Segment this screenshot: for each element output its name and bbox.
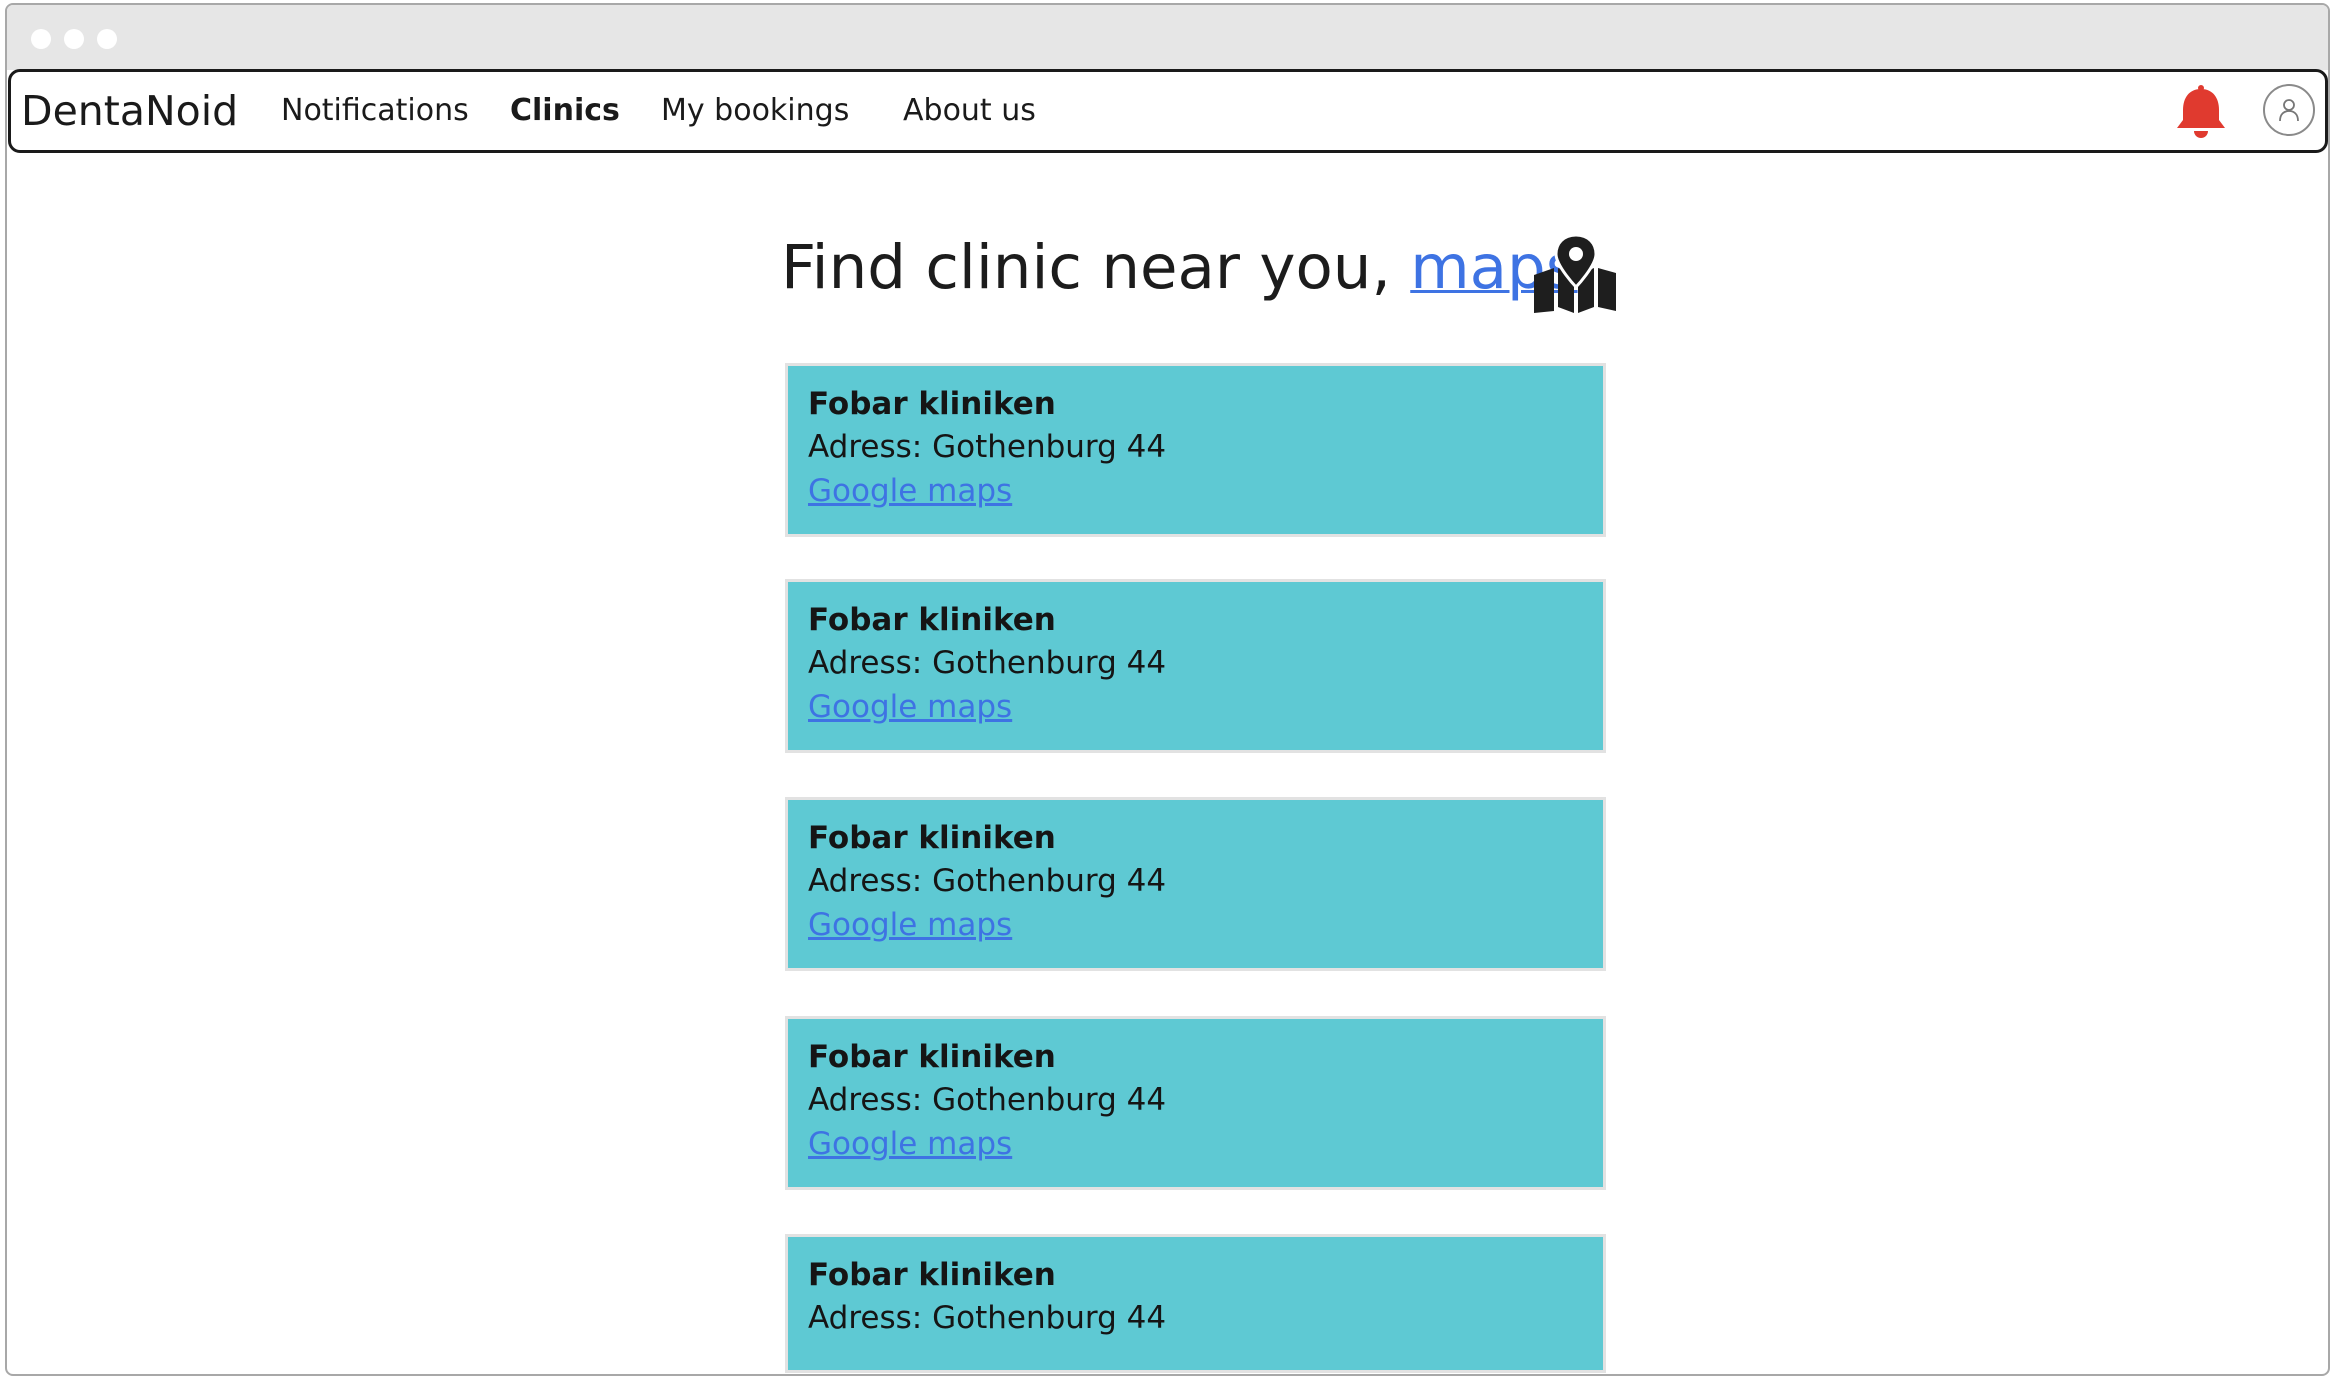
brand-logo[interactable]: DentaNoid xyxy=(21,72,238,150)
window-titlebar xyxy=(7,5,2328,70)
clinic-name: Fobar kliniken xyxy=(808,820,1056,856)
map-pin-icon xyxy=(1532,233,1618,313)
page-heading: Find clinic near you, maps xyxy=(781,228,1578,308)
google-maps-link[interactable]: Google maps xyxy=(808,1126,1012,1162)
google-maps-link[interactable]: Google maps xyxy=(808,473,1012,509)
clinic-address: Adress: Gothenburg 44 xyxy=(808,863,1167,899)
user-avatar-icon[interactable] xyxy=(2263,84,2315,136)
window-minimize-dot[interactable] xyxy=(64,29,84,49)
clinic-address: Adress: Gothenburg 44 xyxy=(808,1300,1167,1336)
top-navbar: DentaNoid Notifications Clinics My booki… xyxy=(8,69,2328,153)
notification-bell-icon[interactable] xyxy=(2174,84,2228,140)
nav-item-clinics[interactable]: Clinics xyxy=(510,72,620,150)
clinic-address: Adress: Gothenburg 44 xyxy=(808,429,1167,465)
clinic-name: Fobar kliniken xyxy=(808,1039,1056,1075)
clinic-address: Adress: Gothenburg 44 xyxy=(808,645,1167,681)
clinic-card: Fobar kliniken Adress: Gothenburg 44 xyxy=(785,1234,1606,1373)
nav-item-notifications[interactable]: Notifications xyxy=(281,72,469,150)
nav-item-about-us[interactable]: About us xyxy=(903,72,1036,150)
page-heading-text: Find clinic near you, xyxy=(781,232,1411,303)
window-close-dot[interactable] xyxy=(31,29,51,49)
clinic-card: Fobar kliniken Adress: Gothenburg 44 Goo… xyxy=(785,579,1606,753)
clinic-name: Fobar kliniken xyxy=(808,386,1056,422)
clinic-name: Fobar kliniken xyxy=(808,1257,1056,1293)
clinic-name: Fobar kliniken xyxy=(808,602,1056,638)
google-maps-link[interactable]: Google maps xyxy=(808,907,1012,943)
nav-item-my-bookings[interactable]: My bookings xyxy=(661,72,849,150)
clinic-card: Fobar kliniken Adress: Gothenburg 44 Goo… xyxy=(785,363,1606,537)
clinic-card: Fobar kliniken Adress: Gothenburg 44 Goo… xyxy=(785,1016,1606,1190)
clinic-card: Fobar kliniken Adress: Gothenburg 44 Goo… xyxy=(785,797,1606,971)
window-maximize-dot[interactable] xyxy=(97,29,117,49)
google-maps-link[interactable]: Google maps xyxy=(808,689,1012,725)
clinic-address: Adress: Gothenburg 44 xyxy=(808,1082,1167,1118)
